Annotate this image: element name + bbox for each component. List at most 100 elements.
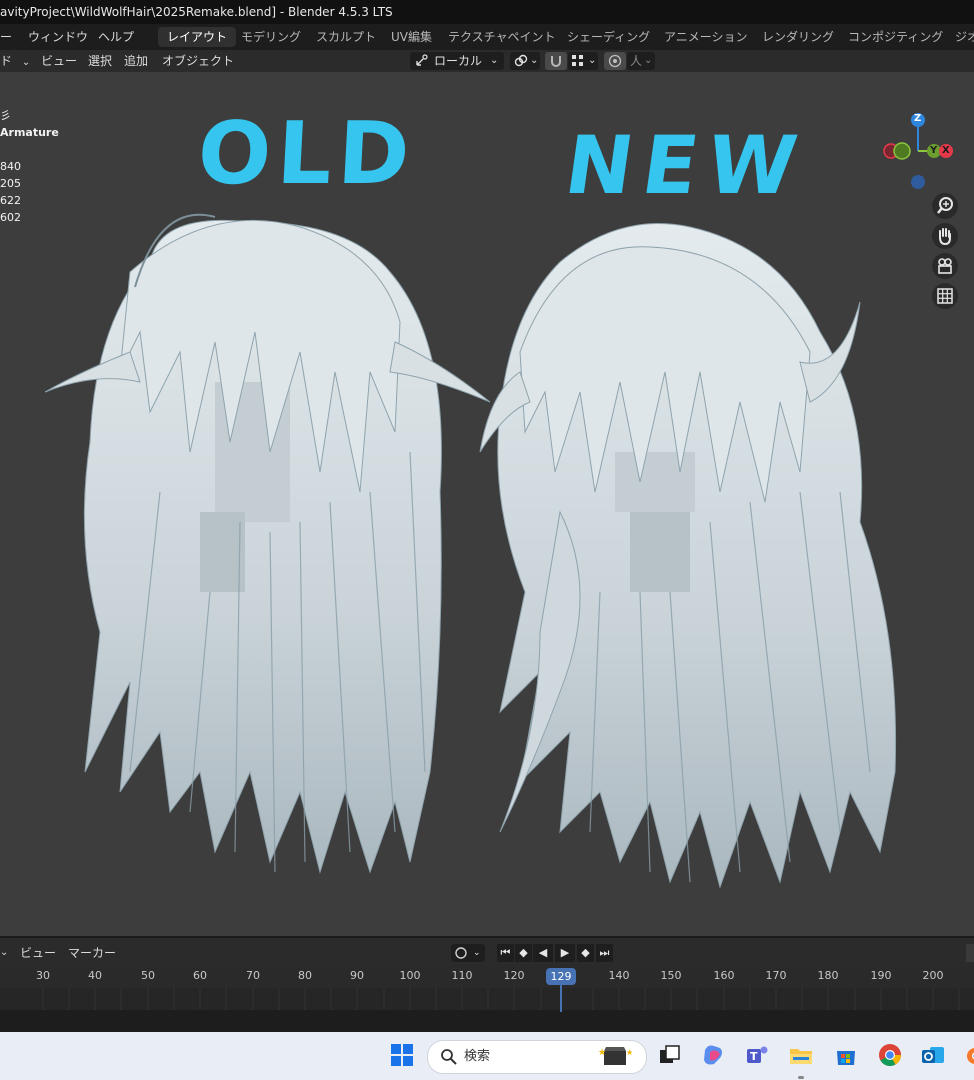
play-icon: ▶ bbox=[560, 946, 570, 959]
hair-render bbox=[44, 213, 897, 889]
new-annotation: NEW bbox=[559, 119, 813, 212]
frame-tick: 150 bbox=[660, 969, 682, 982]
old-hair-model bbox=[44, 213, 491, 874]
running-indicator bbox=[798, 1076, 804, 1079]
tab-animation[interactable]: アニメーション bbox=[655, 27, 757, 47]
camera-icon bbox=[938, 258, 952, 274]
tab-uv-editing[interactable]: UV編集 bbox=[382, 27, 441, 47]
jump-keyframe-back-button[interactable]: ◆ bbox=[515, 944, 532, 962]
windows-taskbar: 検索 ★ ★ T bbox=[0, 1032, 974, 1080]
jump-end-icon: ⏭ bbox=[599, 946, 610, 959]
snap-target-dropdown[interactable]: ⌄ bbox=[568, 52, 598, 70]
chevron-down-icon: ⌄ bbox=[490, 55, 499, 66]
transform-orientation-dropdown[interactable]: ローカル ⌄ bbox=[410, 52, 504, 70]
jump-start-icon: ⏮ bbox=[500, 946, 511, 959]
frame-tick: 140 bbox=[608, 969, 630, 982]
viewport-header: ド ⌄ ビュー 選択 追加 オブジェクト ローカル ⌄ ⌄ ⌄ 人 ⌄ bbox=[0, 50, 974, 73]
menu-help[interactable]: ヘルプ bbox=[98, 24, 134, 50]
timeline-header: ⌄ ビュー マーカー ⌄ ⏮ ◆ ◀ ▶ ◆ ⏭ bbox=[0, 936, 974, 968]
jump-keyframe-forward-button[interactable]: ◆ bbox=[577, 944, 594, 962]
menu-view[interactable]: ビュー bbox=[41, 50, 77, 72]
jump-start-button[interactable]: ⏮ bbox=[497, 944, 514, 962]
mode-label: ド bbox=[0, 54, 13, 68]
frame-tick: 120 bbox=[503, 969, 525, 982]
3d-viewport[interactable]: 彡 Armature 840 205 622 602 OLD NEW Z Y X bbox=[0, 72, 974, 936]
timeline-side-handle[interactable] bbox=[966, 944, 974, 962]
tab-modeling[interactable]: モデリング bbox=[232, 27, 310, 47]
menu-object[interactable]: オブジェクト bbox=[162, 50, 234, 72]
new-hair-model bbox=[479, 223, 897, 889]
axis-gizmo[interactable] bbox=[878, 108, 968, 198]
keyframe-forward-icon: ◆ bbox=[581, 946, 590, 959]
tab-shading[interactable]: シェーディング bbox=[558, 27, 659, 47]
orientation-label: ローカル bbox=[434, 54, 483, 68]
svg-text:★: ★ bbox=[626, 1048, 633, 1057]
timeline-grid bbox=[42, 988, 960, 1010]
pan-button[interactable] bbox=[932, 223, 958, 249]
file-explorer-icon[interactable] bbox=[788, 1042, 814, 1068]
frame-tick: 90 bbox=[350, 969, 364, 982]
svg-text:★: ★ bbox=[598, 1048, 606, 1058]
menu-add[interactable]: 追加 bbox=[124, 50, 148, 72]
taskbar-search[interactable]: 検索 ★ ★ bbox=[427, 1040, 647, 1074]
orientation-icon bbox=[414, 52, 430, 72]
grid-icon bbox=[937, 288, 953, 304]
timeline-track-area[interactable] bbox=[0, 988, 974, 1010]
windows-start-icon[interactable] bbox=[389, 1042, 415, 1068]
teams-icon[interactable]: T bbox=[744, 1042, 770, 1068]
timeline-ruler[interactable]: 30 40 50 60 70 80 90 100 110 120 140 150… bbox=[0, 966, 974, 988]
snap-toggle[interactable] bbox=[545, 52, 567, 70]
perspective-toggle-button[interactable] bbox=[932, 283, 958, 309]
blender-icon[interactable] bbox=[962, 1042, 974, 1068]
tab-layout[interactable]: レイアウト bbox=[158, 27, 237, 47]
chevron-down-icon: ⌄ bbox=[473, 948, 481, 958]
gizmo-z-label: Z bbox=[914, 113, 922, 124]
store-icon[interactable] bbox=[833, 1042, 859, 1068]
camera-view-button[interactable] bbox=[932, 253, 958, 279]
timeline-menu-marker[interactable]: マーカー bbox=[68, 938, 116, 968]
menu-item-partial[interactable]: ー bbox=[0, 24, 12, 50]
timeline-menu-view[interactable]: ビュー bbox=[20, 938, 56, 968]
mode-dropdown[interactable]: ド ⌄ bbox=[0, 50, 31, 72]
pivot-dropdown[interactable]: ⌄ bbox=[510, 52, 540, 70]
tab-geometry-nodes[interactable]: ジオ bbox=[946, 27, 974, 47]
hand-pan-icon bbox=[939, 228, 951, 246]
chrome-icon[interactable] bbox=[877, 1042, 903, 1068]
tab-compositing[interactable]: コンポジティング bbox=[839, 27, 952, 47]
old-annotation: OLD bbox=[195, 104, 418, 204]
chevron-down-icon: ⌄ bbox=[644, 55, 653, 66]
keyframe-back-icon: ◆ bbox=[519, 946, 528, 959]
zoom-icon bbox=[937, 197, 953, 214]
gizmo-y-label: Y bbox=[930, 145, 938, 156]
play-reverse-icon: ◀ bbox=[538, 946, 548, 959]
frame-tick: 200 bbox=[922, 969, 944, 982]
play-reverse-button[interactable]: ◀ bbox=[533, 944, 553, 962]
frame-tick: 50 bbox=[141, 969, 155, 982]
current-frame-indicator[interactable]: 129 bbox=[546, 968, 576, 985]
menu-window[interactable]: ウィンドウ bbox=[28, 24, 88, 50]
tab-texture-paint[interactable]: テクスチャペイント bbox=[439, 27, 565, 47]
play-button[interactable]: ▶ bbox=[555, 944, 575, 962]
chevron-down-icon[interactable]: ⌄ bbox=[0, 938, 8, 968]
grid-dots-icon bbox=[571, 54, 585, 72]
proportional-falloff-dropdown[interactable]: 人 ⌄ bbox=[627, 52, 655, 70]
copilot-icon[interactable] bbox=[700, 1042, 726, 1068]
link-icon bbox=[513, 53, 529, 72]
task-view-icon[interactable] bbox=[657, 1042, 683, 1068]
proportional-editing-toggle[interactable] bbox=[604, 52, 626, 70]
keying-dropdown[interactable]: ⌄ bbox=[451, 944, 485, 962]
outlook-icon[interactable] bbox=[920, 1042, 946, 1068]
frame-tick: 110 bbox=[451, 969, 473, 982]
frame-tick: 70 bbox=[246, 969, 260, 982]
jump-end-button[interactable]: ⏭ bbox=[596, 944, 613, 962]
proportional-icon bbox=[608, 54, 622, 72]
window-title-bar: avityProject\WildWolfHair\2025Remake.ble… bbox=[0, 0, 974, 24]
menu-select[interactable]: 選択 bbox=[88, 50, 112, 72]
falloff-label: 人 bbox=[630, 54, 643, 68]
playhead-line[interactable] bbox=[560, 985, 562, 1012]
zoom-button[interactable] bbox=[932, 193, 958, 219]
tab-sculpt[interactable]: スカルプト bbox=[307, 27, 385, 47]
window-title: avityProject\WildWolfHair\2025Remake.ble… bbox=[0, 5, 393, 19]
tab-rendering[interactable]: レンダリング bbox=[753, 27, 843, 47]
chevron-down-icon: ⌄ bbox=[21, 57, 31, 68]
